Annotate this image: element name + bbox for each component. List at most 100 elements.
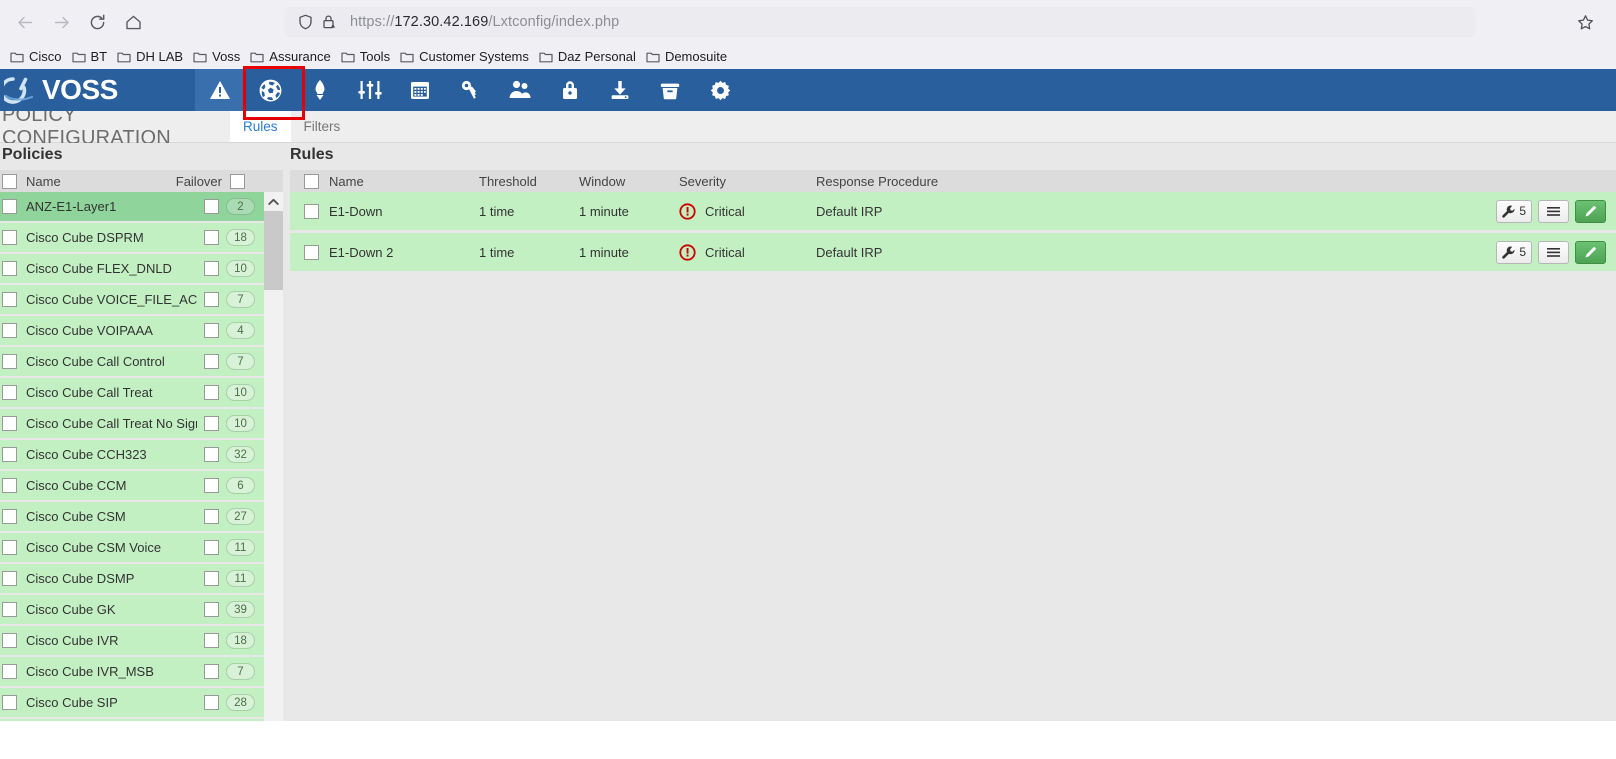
list-item[interactable]: Cisco Cube SIP 28	[0, 688, 264, 717]
bookmark-demosuite[interactable]: Demosuite	[644, 46, 733, 68]
list-item[interactable]: Cisco Cube CSM Voice 11	[0, 533, 264, 562]
rule-edit-button[interactable]	[1575, 200, 1606, 223]
policy-checkbox[interactable]	[2, 261, 17, 276]
url-bar[interactable]: https://172.30.42.169/Lxtconfig/index.ph…	[285, 7, 1475, 37]
key-icon[interactable]	[445, 69, 495, 111]
rule-checkbox[interactable]	[304, 204, 319, 219]
bookmark-cisco[interactable]: Cisco	[8, 46, 68, 68]
policy-checkbox[interactable]	[2, 633, 17, 648]
list-item[interactable]: Cisco Cube FLEX_DNLD 10	[0, 254, 264, 283]
failover-checkbox[interactable]	[204, 261, 219, 276]
failover-checkbox[interactable]	[204, 664, 219, 679]
select-all-rules-checkbox[interactable]	[304, 174, 319, 189]
alert-triangle-icon[interactable]	[195, 69, 245, 111]
bookmark-dh-lab[interactable]: DH LAB	[115, 46, 189, 68]
policy-checkbox[interactable]	[2, 447, 17, 462]
table-row[interactable]: E1-Down 2 1 time 1 minute Critical Defau…	[290, 233, 1616, 271]
table-row[interactable]: E1-Down 1 time 1 minute Critical Default…	[290, 192, 1616, 230]
bookmark-bt[interactable]: BT	[70, 46, 114, 68]
list-item[interactable]: Cisco Cube CCH323 32	[0, 440, 264, 469]
download-icon[interactable]	[595, 69, 645, 111]
gear-icon[interactable]	[695, 69, 745, 111]
bookmark-customer-systems[interactable]: Customer Systems	[398, 46, 535, 68]
list-item[interactable]: Cisco Cube VOIPAAA 4	[0, 316, 264, 345]
forward-arrow-icon[interactable]	[46, 7, 76, 37]
rule-menu-button[interactable]	[1538, 200, 1569, 223]
failover-checkbox[interactable]	[204, 602, 219, 617]
select-all-policies-checkbox[interactable]	[2, 174, 17, 189]
list-item[interactable]: Cisco Cube IVR 18	[0, 626, 264, 655]
rule-menu-button[interactable]	[1538, 241, 1569, 264]
back-arrow-icon[interactable]	[10, 7, 40, 37]
rule-tools-button[interactable]: 5	[1496, 241, 1532, 264]
archive-icon[interactable]	[645, 69, 695, 111]
globe-icon[interactable]	[245, 69, 295, 111]
bookmark-assurance[interactable]: Assurance	[248, 46, 336, 68]
failover-checkbox[interactable]	[204, 292, 219, 307]
policy-checkbox[interactable]	[2, 199, 17, 214]
list-item[interactable]: Cisco Cube Call Treat 10	[0, 378, 264, 407]
policy-checkbox[interactable]	[2, 602, 17, 617]
lock-icon[interactable]	[545, 69, 595, 111]
wrench-icon	[1502, 205, 1515, 218]
policy-checkbox[interactable]	[2, 664, 17, 679]
failover-checkbox[interactable]	[204, 540, 219, 555]
policy-checkbox[interactable]	[2, 540, 17, 555]
failover-checkbox[interactable]	[204, 323, 219, 338]
rule-checkbox[interactable]	[304, 245, 319, 260]
policy-checkbox[interactable]	[2, 478, 17, 493]
calendar-icon[interactable]	[395, 69, 445, 111]
failover-checkbox[interactable]	[204, 509, 219, 524]
failover-checkbox[interactable]	[204, 199, 219, 214]
policies-scrollbar[interactable]	[264, 192, 283, 721]
reload-icon[interactable]	[82, 7, 112, 37]
policy-checkbox[interactable]	[2, 509, 17, 524]
list-item[interactable]: Cisco Cube Call Control 7	[0, 347, 264, 376]
tab-filters[interactable]: Filters	[291, 111, 354, 142]
policy-checkbox[interactable]	[2, 323, 17, 338]
list-item[interactable]: Cisco Cube VOICE_FILE_ACCT 7	[0, 285, 264, 314]
list-item[interactable]: Cisco Cube CCM 6	[0, 471, 264, 500]
policy-checkbox[interactable]	[2, 416, 17, 431]
list-item[interactable]: Cisco Cube Call Treat No Signal 10	[0, 409, 264, 438]
rule-edit-button[interactable]	[1575, 241, 1606, 264]
policy-checkbox[interactable]	[2, 292, 17, 307]
list-item[interactable]: Cisco Cube VOICE_FILE 5	[0, 719, 264, 721]
users-icon[interactable]	[495, 69, 545, 111]
policy-checkbox[interactable]	[2, 230, 17, 245]
failover-checkbox[interactable]	[204, 695, 219, 710]
tab-rules[interactable]: Rules	[230, 111, 291, 142]
scroll-up-chevron-icon[interactable]	[264, 192, 283, 211]
bookmark-star-icon[interactable]	[1572, 9, 1598, 35]
select-all-failover-checkbox[interactable]	[230, 174, 245, 189]
failover-checkbox[interactable]	[204, 447, 219, 462]
home-icon[interactable]	[118, 7, 148, 37]
list-item[interactable]: Cisco Cube DSMP 11	[0, 564, 264, 593]
rule-tools-button[interactable]: 5	[1496, 200, 1532, 223]
policy-checkbox[interactable]	[2, 571, 17, 586]
policy-checkbox[interactable]	[2, 354, 17, 369]
sliders-icon[interactable]	[345, 69, 395, 111]
scrollbar-track[interactable]	[264, 290, 283, 721]
failover-checkbox[interactable]	[204, 385, 219, 400]
failover-checkbox[interactable]	[204, 354, 219, 369]
lock-warning-icon[interactable]	[318, 12, 338, 32]
list-item[interactable]: Cisco Cube CSM 27	[0, 502, 264, 531]
list-item[interactable]: Cisco Cube GK 39	[0, 595, 264, 624]
list-item[interactable]: Cisco Cube IVR_MSB 7	[0, 657, 264, 686]
scrollbar-thumb[interactable]	[264, 211, 283, 290]
bookmark-voss[interactable]: Voss	[191, 46, 246, 68]
failover-checkbox[interactable]	[204, 633, 219, 648]
failover-checkbox[interactable]	[204, 230, 219, 245]
bookmark-daz-personal[interactable]: Daz Personal	[537, 46, 642, 68]
failover-checkbox[interactable]	[204, 416, 219, 431]
failover-checkbox[interactable]	[204, 571, 219, 586]
bookmark-tools[interactable]: Tools	[339, 46, 396, 68]
failover-checkbox[interactable]	[204, 478, 219, 493]
rocket-icon[interactable]	[295, 69, 345, 111]
policy-checkbox[interactable]	[2, 385, 17, 400]
list-item[interactable]: ANZ-E1-Layer1 2	[0, 192, 264, 221]
shield-icon[interactable]	[295, 12, 315, 32]
list-item[interactable]: Cisco Cube DSPRM 18	[0, 223, 264, 252]
policy-checkbox[interactable]	[2, 695, 17, 710]
